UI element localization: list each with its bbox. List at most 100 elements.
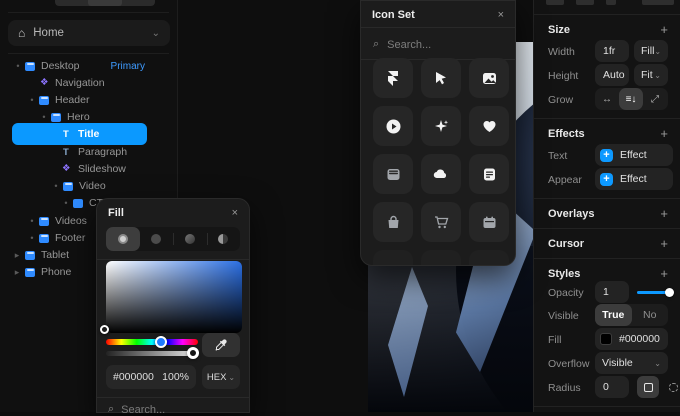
layer-label: Phone [41, 266, 71, 278]
add-text-effect-button[interactable]: + Effect [595, 144, 673, 166]
radius-input[interactable]: 0 [595, 376, 629, 398]
opacity-slider-knob[interactable] [665, 288, 674, 297]
grow-horizontal-icon[interactable]: ↔ [595, 88, 619, 110]
alpha-slider[interactable] [106, 351, 198, 356]
icon-partial[interactable] [469, 250, 509, 266]
fill-type-linear-gradient[interactable] [140, 227, 174, 251]
hex-input[interactable]: #000000 100% [106, 365, 196, 389]
icon-archive-box[interactable] [373, 154, 413, 194]
fill-type-radial-gradient[interactable] [173, 227, 207, 251]
color-format-select[interactable]: HEX ⌄ [202, 365, 240, 389]
search-icon: ⌕ [108, 403, 114, 416]
fill-color-panel: Fill × #000000 100% HEX ⌄ ⌕ Search... [96, 198, 250, 413]
radius-uniform-button[interactable] [637, 376, 659, 398]
icon-cloud[interactable] [421, 154, 461, 194]
close-icon[interactable]: × [232, 207, 238, 219]
fill-type-tabs [106, 227, 240, 251]
icon-cursor[interactable] [421, 58, 461, 98]
page-selector[interactable]: ⌂ Home ⌄ [8, 20, 170, 46]
overflow-select[interactable]: Visible⌄ [595, 352, 668, 374]
saturation-value-picker[interactable] [106, 261, 242, 333]
color-search-field[interactable]: ⌕ Search... [108, 403, 165, 416]
plus-icon: + [600, 149, 613, 162]
add-appear-effect-button[interactable]: + Effect [595, 168, 673, 190]
icon-partial[interactable] [373, 250, 413, 266]
icon-shopping-bag[interactable] [373, 202, 413, 242]
expander-icon[interactable]: • [15, 61, 21, 71]
layer-row-header[interactable]: • Header [0, 91, 177, 109]
alpha-value[interactable]: 100% [162, 371, 189, 383]
search-placeholder: Search... [387, 39, 431, 51]
expander-icon[interactable]: • [63, 198, 69, 208]
add-icon[interactable]: + [660, 266, 668, 281]
icon-calendar[interactable] [469, 202, 509, 242]
expander-icon[interactable]: • [29, 233, 35, 243]
section-title: Overlays [548, 208, 594, 220]
expander-icon[interactable]: • [29, 95, 35, 105]
layer-row-video[interactable]: • Video [0, 177, 177, 195]
hex-value[interactable]: #000000 [113, 371, 162, 383]
icon-shopping-cart[interactable] [421, 202, 461, 242]
fill-color-field[interactable]: #000000 [595, 328, 668, 350]
close-icon[interactable]: × [498, 9, 504, 21]
color-picker-cursor[interactable] [100, 325, 109, 334]
chevron-down-icon: ⌄ [654, 359, 661, 368]
page-selector-label: Home [33, 27, 143, 39]
expander-icon[interactable]: ▸ [14, 267, 20, 278]
home-icon: ⌂ [18, 27, 25, 39]
hue-slider[interactable] [106, 339, 198, 345]
icon-partial[interactable] [421, 250, 461, 266]
icon-note[interactable] [469, 154, 509, 194]
icon-framer-logo[interactable] [373, 58, 413, 98]
fill-label: Fill [548, 334, 561, 346]
visible-true-option[interactable]: True [595, 304, 632, 326]
add-icon[interactable]: + [660, 236, 668, 251]
radius-individual-button[interactable] [662, 376, 680, 398]
text-layer-icon: T [63, 129, 69, 140]
chevron-down-icon: ⌄ [654, 71, 661, 80]
height-mode-select[interactable]: Fit⌄ [634, 64, 668, 86]
layer-row-desktop[interactable]: • Desktop Primary [0, 57, 177, 75]
grow-expand-icon[interactable]: ⤢ [643, 88, 667, 110]
frame-icon [25, 62, 35, 71]
width-mode-select[interactable]: Fill⌄ [634, 40, 668, 62]
expander-icon[interactable]: • [29, 216, 35, 226]
color-swatch[interactable] [600, 333, 612, 345]
radius-mode-buttons [637, 376, 680, 398]
icon-heart[interactable] [469, 106, 509, 146]
icon-image[interactable] [469, 58, 509, 98]
expander-icon[interactable]: ▸ [14, 250, 20, 261]
icon-set-title: Icon Set [372, 9, 415, 21]
add-icon[interactable]: + [660, 22, 668, 37]
width-input[interactable]: 1fr [595, 40, 629, 62]
layer-row-paragraph[interactable]: T Paragraph [0, 143, 177, 161]
fill-type-solid[interactable] [106, 227, 140, 251]
layer-row-title-selected[interactable]: T Title [0, 125, 177, 143]
layer-label: Slideshow [78, 163, 126, 175]
add-icon[interactable]: + [660, 126, 668, 141]
search-placeholder: Search... [121, 404, 165, 416]
layer-row-navigation[interactable]: ❖ Navigation [0, 74, 177, 92]
alpha-slider-knob[interactable] [187, 347, 199, 359]
radius-label: Radius [548, 382, 581, 394]
layer-row-slideshow[interactable]: ❖ Slideshow [0, 160, 177, 178]
height-input[interactable]: Auto [595, 64, 629, 86]
hue-slider-knob[interactable] [155, 336, 167, 348]
layer-label: Desktop [41, 60, 80, 72]
chevron-down-icon: ⌄ [152, 28, 160, 39]
icon-play[interactable] [373, 106, 413, 146]
expander-icon[interactable]: • [53, 181, 59, 191]
fill-type-image[interactable] [207, 227, 241, 251]
grow-list-down-icon[interactable]: ≡↓ [619, 88, 643, 110]
divider [8, 53, 169, 54]
frame-icon [39, 217, 49, 226]
eyedropper-button[interactable] [202, 333, 240, 357]
expander-icon[interactable]: • [41, 112, 47, 122]
visible-no-option[interactable]: No [632, 304, 669, 326]
add-icon[interactable]: + [660, 206, 668, 221]
opacity-input[interactable]: 1 [595, 281, 629, 303]
toolbar-stub [546, 0, 564, 5]
icon-search-field[interactable]: ⌕ Search... [361, 28, 515, 61]
icon-sparkle[interactable] [421, 106, 461, 146]
section-title: Size [548, 24, 570, 36]
